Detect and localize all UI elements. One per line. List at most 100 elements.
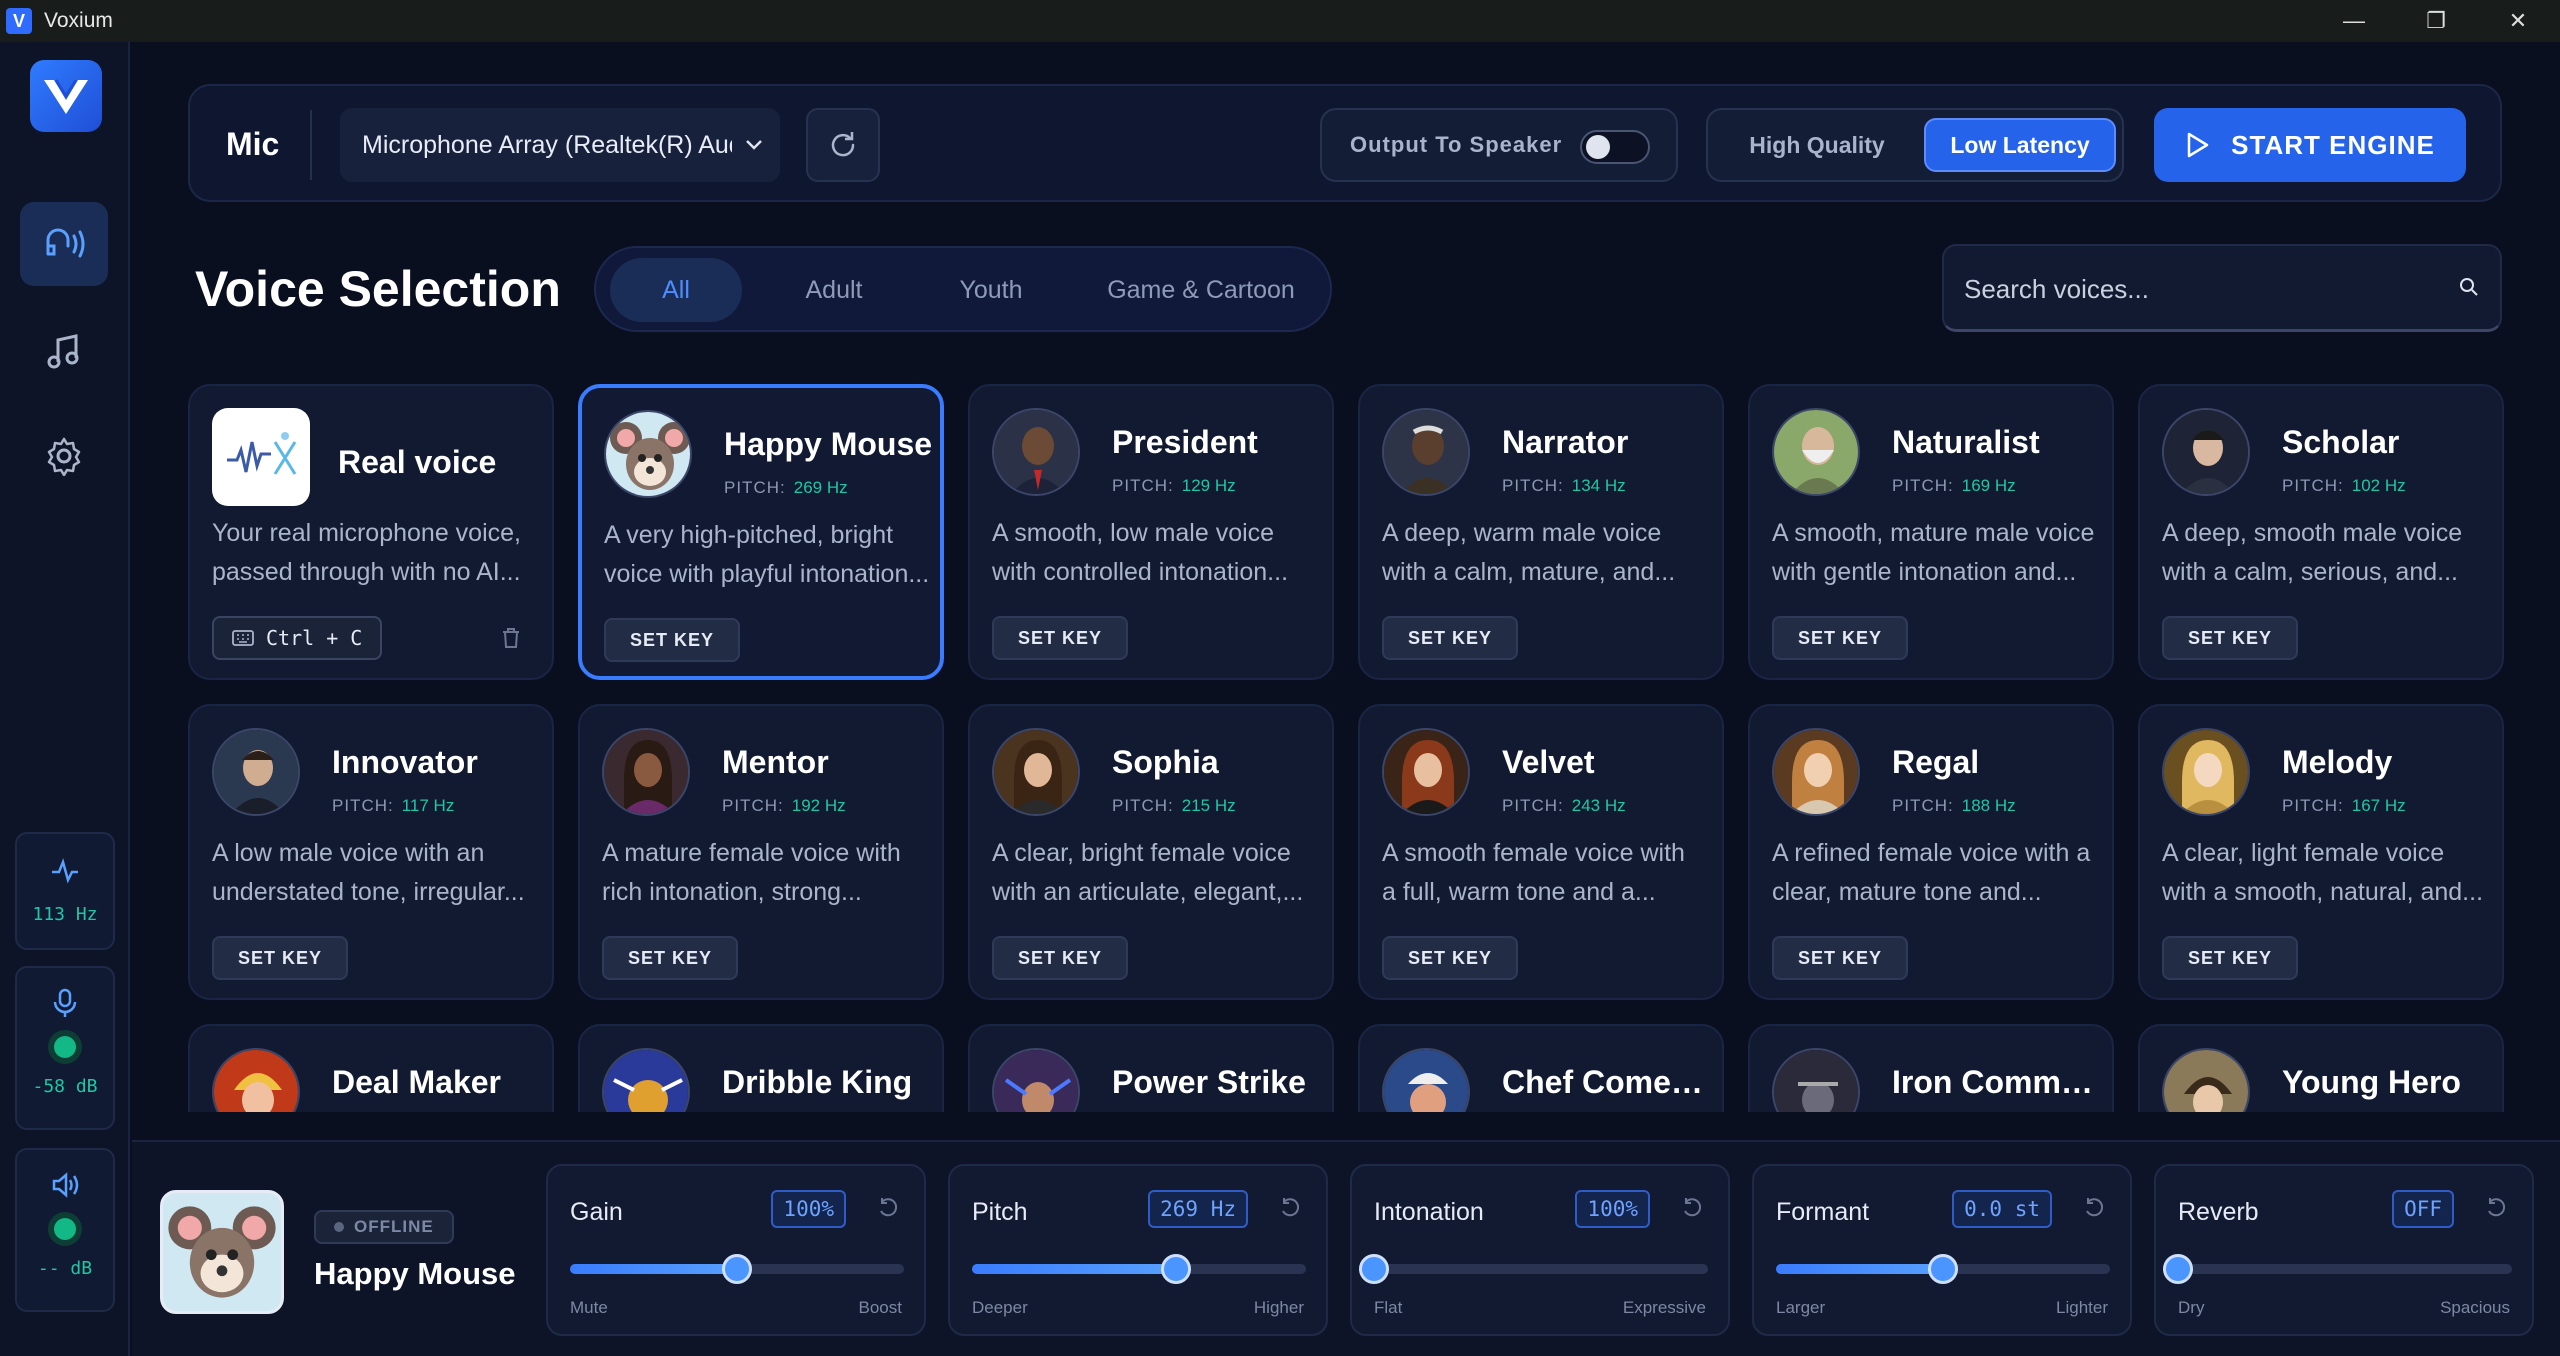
voxium-logo[interactable] [30,60,102,132]
slider-thumb[interactable] [722,1254,752,1284]
voice-card-scholar[interactable]: Scholar PITCH: 102 Hz A deep, smooth male… [2138,384,2504,680]
voice-description: A clear, light female voice with a smooth… [2162,839,2484,906]
voice-name: Happy Mouse [724,426,933,462]
set-key-button[interactable]: SET KEY [992,936,1129,980]
tab-adult[interactable]: Adult [766,258,902,322]
set-key-button[interactable]: SET KEY [2162,936,2299,980]
output-level-meter: -- dB [15,1148,115,1312]
pulse-icon [52,858,78,884]
voice-description: Your real microphone voice, passed throug… [212,519,521,586]
voice-card-naturalist[interactable]: Naturalist PITCH: 169 Hz A smooth, mature… [1748,384,2114,680]
voice-description: A clear, bright female voice with an arti… [992,839,1304,906]
close-button[interactable]: ✕ [2478,0,2558,42]
gain-slider[interactable] [570,1254,904,1284]
voice-description: A very high-pitched, bright voice with pl… [604,521,930,588]
trash-icon[interactable] [500,626,522,650]
voice-grid: Real voice Your real microphone voice, pa… [188,384,2508,1112]
tab-all[interactable]: All [610,258,742,322]
voice-card-innovator[interactable]: Innovator PITCH: 117 Hz A low male voice … [188,704,554,1000]
pitch-slider[interactable] [972,1254,1306,1284]
set-key-button[interactable]: SET KEY [1772,936,1909,980]
microphone-select-value: Microphone Array (Realtek(R) Audio) [362,130,732,159]
voice-pitch: PITCH: 117 Hz [332,796,455,815]
slider-thumb[interactable] [1160,1254,1191,1284]
divider [310,110,312,180]
voice-name: Chef Comedian [1502,1064,1712,1100]
high-quality-option[interactable]: High Quality [1722,118,1912,172]
voice-card-president[interactable]: President PITCH: 129 Hz A smooth, low mal… [968,384,1334,680]
set-key-button[interactable]: SET KEY [1772,616,1909,660]
tab-game-cartoon[interactable]: Game & Cartoon [1082,258,1320,322]
output-to-speaker-toggle[interactable] [1580,130,1650,164]
reset-icon[interactable] [2484,1196,2508,1220]
voice-card-real-voice[interactable]: Real voice Your real microphone voice, pa… [188,384,554,680]
slider-thumb[interactable] [1359,1254,1389,1284]
play-icon [2187,132,2209,158]
search-input[interactable] [1964,264,2444,314]
set-key-button[interactable]: SET KEY [602,936,739,980]
intonation-slider[interactable] [1359,1254,1708,1284]
slider-thumb[interactable] [1928,1254,1958,1284]
voice-description: A smooth, mature male voice with gentle i… [1772,519,2095,586]
voice-description: A refined female voice with a clear, matu… [1772,839,2091,906]
search-icon[interactable] [2458,276,2480,298]
status-badge: OFFLINE [314,1210,454,1244]
restore-button[interactable]: ❐ [2396,0,2476,42]
voice-card-melody[interactable]: Melody PITCH: 167 Hz A clear, light femal… [2138,704,2504,1000]
voice-card-deal-maker[interactable]: Deal Maker [188,1024,554,1112]
voice-name: Dribble King [722,1064,913,1100]
voice-card-narrator[interactable]: Narrator PITCH: 134 Hz A deep, warm male … [1358,384,1724,680]
voice-card-velvet[interactable]: Velvet PITCH: 243 Hz A smooth female voic… [1358,704,1724,1000]
set-key-button[interactable]: SET KEY [212,936,349,980]
pitch-control: Pitch 269 Hz Deeper Higher [948,1164,1328,1336]
voice-name: President [1112,424,1258,460]
reset-icon[interactable] [876,1196,900,1220]
voice-avatar [212,728,300,816]
set-key-button[interactable]: SET KEY [1382,616,1519,660]
reset-icon[interactable] [1278,1196,1302,1220]
voice-name: Melody [2282,744,2393,780]
slider-thumb[interactable] [2163,1254,2193,1284]
voice-name: Scholar [2282,424,2400,460]
voice-card-regal[interactable]: Regal PITCH: 188 Hz A refined female voic… [1748,704,2114,1000]
voice-card-chef-comedian[interactable]: Chef Comedian [1358,1024,1724,1112]
slider-max-label: Spacious [2440,1298,2510,1317]
set-key-button[interactable]: SET KEY [992,616,1129,660]
voice-card-happy-mouse[interactable]: Happy Mouse PITCH: 269 Hz A very high-pit… [578,384,944,680]
slider-max-label: Higher [1253,1298,1304,1317]
voice-card-mentor[interactable]: Mentor PITCH: 192 Hz A mature female voic… [578,704,944,1000]
refresh-devices-button[interactable] [806,108,880,182]
nav-voice-changer[interactable] [20,202,108,286]
music-note-icon [47,334,79,369]
reset-icon[interactable] [2082,1196,2106,1220]
microphone-select[interactable]: Microphone Array (Realtek(R) Audio) [340,108,780,182]
low-latency-option[interactable]: Low Latency [1924,118,2116,172]
reset-icon[interactable] [1680,1196,1704,1220]
set-key-button[interactable]: SET KEY [1382,936,1519,980]
current-voice-name: Happy Mouse [314,1256,516,1291]
voice-card-power-strike[interactable]: Power Strike [968,1024,1334,1112]
set-key-button[interactable]: SET KEY [604,618,741,662]
voice-card-dribble-king[interactable]: Dribble King [578,1024,944,1112]
slider-label: Intonation [1374,1198,1484,1226]
set-key-button[interactable]: SET KEY [2162,616,2299,660]
nav-settings[interactable] [20,414,108,498]
tab-youth[interactable]: Youth [916,258,1066,322]
voice-avatar [2162,1048,2250,1112]
formant-slider[interactable] [1776,1254,2110,1284]
voice-avatar [1772,1048,1860,1112]
voice-card-young-hero[interactable]: Young Hero [2138,1024,2504,1112]
intonation-control: Intonation 100% Flat Expressive [1350,1164,1730,1336]
minimize-button[interactable]: — [2314,0,2394,42]
voice-card-sophia[interactable]: Sophia PITCH: 215 Hz A clear, bright fema… [968,704,1334,1000]
microphone-icon [53,988,77,1017]
nav-music[interactable] [20,310,108,394]
voice-name: Young Hero [2282,1064,2461,1100]
speaker-icon [52,1172,79,1198]
reverb-slider[interactable] [2163,1254,2512,1284]
start-engine-button[interactable]: START ENGINE [2154,108,2466,182]
voice-card-iron-commander[interactable]: Iron Commander [1748,1024,2114,1112]
voice-description: A deep, smooth male voice with a calm, se… [2162,519,2463,586]
voice-name: Velvet [1502,744,1595,780]
hotkey-badge[interactable]: Ctrl + C [212,616,383,660]
